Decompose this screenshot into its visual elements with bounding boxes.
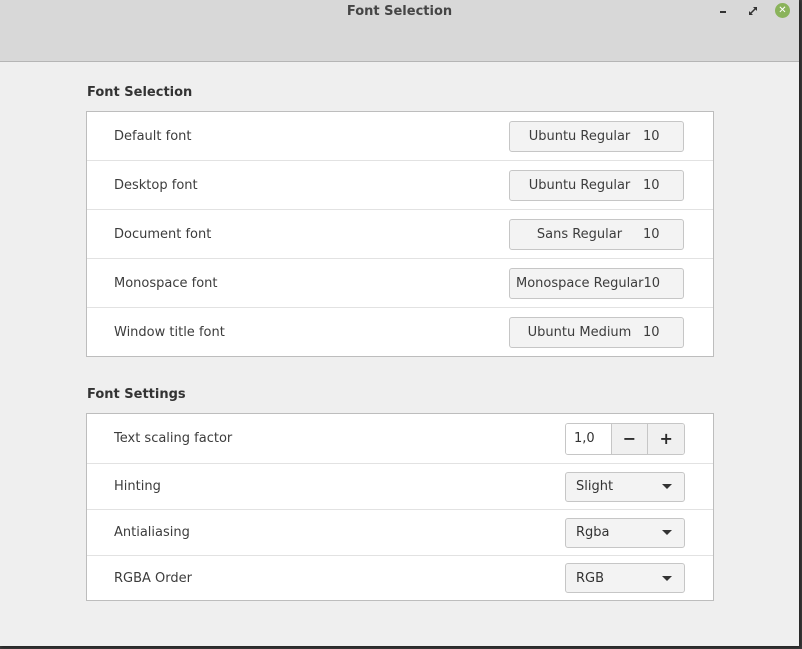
maximize-icon [749, 7, 757, 15]
antialiasing-value: Rgba [576, 525, 610, 540]
default-font-button[interactable]: Ubuntu Regular 10 [509, 120, 684, 152]
monospace-font-label: Monospace font [114, 275, 218, 291]
chevron-down-icon [662, 530, 672, 535]
close-icon: ✕ [778, 5, 787, 16]
list-item: Antialiasing Rgba [87, 510, 713, 556]
monospace-font-button[interactable]: Monospace Regular 10 [509, 267, 684, 299]
hinting-dropdown[interactable]: Slight [565, 471, 685, 502]
increment-button[interactable]: + [647, 423, 684, 454]
font-name: Ubuntu Regular [528, 177, 631, 193]
titlebar: Font Selection ✕ [0, 0, 799, 62]
document-font-label: Document font [114, 226, 212, 242]
hinting-value: Slight [576, 479, 614, 494]
document-font-button[interactable]: Sans Regular 10 [509, 218, 684, 250]
window-title-font-button[interactable]: Ubuntu Medium 10 [509, 316, 684, 348]
font-size: 10 [643, 177, 660, 193]
list-item: Default font Ubuntu Regular 10 [87, 112, 713, 161]
antialiasing-label: Antialiasing [114, 525, 190, 540]
font-selection-heading: Font Selection [87, 85, 193, 100]
font-size: 10 [643, 324, 660, 340]
font-name: Ubuntu Medium [527, 324, 632, 340]
minimize-icon [720, 11, 726, 13]
text-scaling-spinbutton: 1,0 − + [565, 422, 685, 455]
rgba-order-value: RGB [576, 570, 605, 586]
font-name: Sans Regular [536, 226, 623, 242]
list-item: Document font Sans Regular 10 [87, 210, 713, 259]
list-item: Monospace font Monospace Regular 10 [87, 259, 713, 308]
decrement-button[interactable]: − [610, 423, 648, 454]
default-font-label: Default font [114, 128, 192, 144]
text-scaling-label: Text scaling factor [114, 431, 233, 446]
font-size: 10 [643, 226, 660, 242]
list-item: Desktop font Ubuntu Regular 10 [87, 161, 713, 210]
rgba-order-dropdown[interactable]: RGB [565, 563, 685, 593]
rgba-order-label: RGBA Order [114, 570, 192, 586]
font-settings-panel: Text scaling factor 1,0 − + Hinting Slig… [86, 413, 714, 601]
close-button[interactable]: ✕ [775, 3, 790, 18]
hinting-label: Hinting [114, 479, 161, 494]
list-item: RGBA Order RGB [87, 556, 713, 600]
font-settings-heading: Font Settings [87, 387, 186, 402]
window-title: Font Selection [346, 4, 453, 19]
font-size: 10 [643, 128, 660, 144]
list-item: Window title font Ubuntu Medium 10 [87, 308, 713, 356]
font-selection-panel: Default font Ubuntu Regular 10 Desktop f… [86, 111, 714, 357]
antialiasing-dropdown[interactable]: Rgba [565, 517, 685, 548]
chevron-down-icon [662, 575, 672, 581]
font-size: 10 [643, 275, 661, 291]
font-name: Ubuntu Regular [528, 128, 631, 144]
desktop-font-label: Desktop font [114, 177, 198, 193]
maximize-button[interactable] [745, 3, 761, 19]
minimize-button[interactable] [715, 3, 731, 19]
list-item: Text scaling factor 1,0 − + [87, 414, 713, 464]
text-scaling-input[interactable]: 1,0 [566, 423, 611, 454]
font-name: Monospace Regular [516, 275, 644, 291]
window-title-font-label: Window title font [114, 324, 225, 340]
desktop-font-button[interactable]: Ubuntu Regular 10 [509, 169, 684, 201]
list-item: Hinting Slight [87, 464, 713, 510]
font-selection-window: Font Selection ✕ Font Selection Default … [0, 0, 799, 646]
chevron-down-icon [662, 484, 672, 489]
